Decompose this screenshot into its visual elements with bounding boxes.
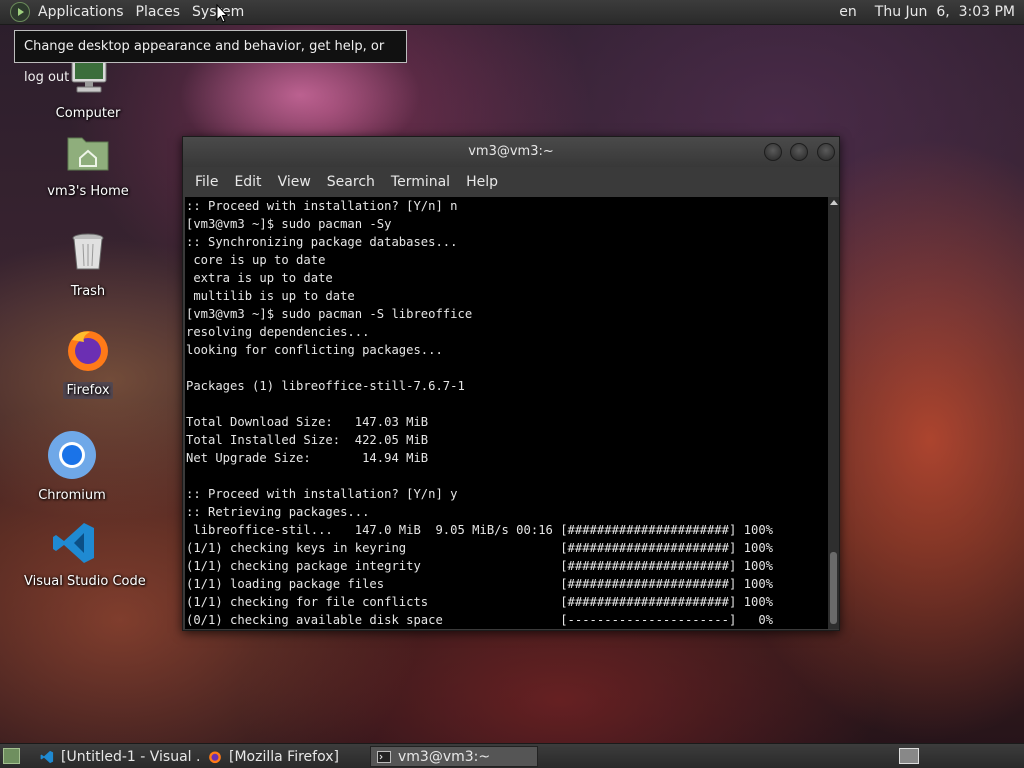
terminal-line: extra is up to date <box>186 271 333 285</box>
terminal-line: :: Retrieving packages... <box>186 505 370 519</box>
menu-file[interactable]: File <box>187 167 226 197</box>
terminal-line: multilib is up to date <box>186 289 355 303</box>
taskbar-item-label: [Untitled-1 - Visual ... <box>61 748 200 765</box>
terminal-line: :: Proceed with installation? [Y/n] y <box>186 487 458 501</box>
desktop-icon-label: Chromium <box>38 488 106 503</box>
terminal-line: :: Synchronizing package databases... <box>186 235 458 249</box>
keyboard-layout-indicator[interactable]: en <box>830 0 866 25</box>
system-menu-tooltip: Change desktop appearance and behavior, … <box>14 30 407 85</box>
home-folder-icon <box>67 137 109 171</box>
desktop-icon-trash[interactable]: Trash <box>38 228 138 299</box>
maximize-button[interactable] <box>790 143 808 161</box>
desktop-icon-label: Firefox <box>63 382 113 399</box>
terminal-line: [vm3@vm3 ~]$ sudo pacman -S libreoffice <box>186 307 473 321</box>
menu-search[interactable]: Search <box>319 167 383 197</box>
terminal-line: [vm3@vm3 ~]$ sudo pacman -Sy <box>186 217 392 231</box>
menu-view[interactable]: View <box>270 167 319 197</box>
terminal-line: libreoffice-stil... 147.0 MiB 9.05 MiB/s… <box>186 523 773 537</box>
desktop-icon-label: Trash <box>70 284 106 299</box>
terminal-line: resolving dependencies... <box>186 325 370 339</box>
terminal-line: Packages (1) libreoffice-still-7.6.7-1 <box>186 379 465 393</box>
window-title: vm3@vm3:~ <box>468 144 554 159</box>
scrollbar-thumb[interactable] <box>830 552 837 624</box>
terminal-line: Net Upgrade Size: 14.94 MiB <box>186 451 429 465</box>
minimize-button[interactable] <box>764 143 782 161</box>
terminal-icon <box>377 750 391 763</box>
terminal-line: (1/1) checking for file conflicts [#####… <box>186 595 773 609</box>
terminal-line: looking for conflicting packages... <box>186 343 443 357</box>
terminal-line: (1/1) checking keys in keyring [########… <box>186 541 773 555</box>
chromium-icon <box>48 431 96 479</box>
terminal-menubar: File Edit View Search Terminal Help <box>183 167 839 197</box>
terminal-line: core is up to date <box>186 253 326 267</box>
vscode-icon <box>53 523 94 563</box>
terminal-titlebar[interactable]: vm3@vm3:~ <box>183 137 839 167</box>
terminal-line: (0/1) checking available disk space [---… <box>186 613 773 627</box>
top-panel: Applications Places System en Thu Jun 6,… <box>0 0 1024 25</box>
taskbar-item-label: vm3@vm3:~ <box>398 748 491 765</box>
desktop-icon-firefox[interactable]: Firefox <box>38 326 138 399</box>
menu-edit[interactable]: Edit <box>226 167 269 197</box>
firefox-icon <box>68 331 108 371</box>
scroll-up-arrow-icon[interactable] <box>830 200 838 205</box>
terminal-scrollbar[interactable] <box>828 197 839 629</box>
menu-help[interactable]: Help <box>458 167 506 197</box>
mate-logo-icon[interactable] <box>10 2 30 22</box>
desktop-icon-label: vm3's Home <box>47 184 129 199</box>
clock[interactable]: Thu Jun 6, 3:03 PM <box>866 0 1024 25</box>
desktop-icon-chromium[interactable]: Chromium <box>22 430 122 503</box>
terminal-output[interactable]: :: Proceed with installation? [Y/n] n [v… <box>185 197 828 629</box>
close-button[interactable] <box>817 143 835 161</box>
firefox-icon <box>209 750 221 763</box>
terminal-line: Total Installed Size: 422.05 MiB <box>186 433 429 447</box>
desktop-icon-label: Computer <box>55 106 121 121</box>
taskbar-item-firefox[interactable]: [Mozilla Firefox] <box>202 746 368 767</box>
desktop-icon-home[interactable]: vm3's Home <box>38 128 138 199</box>
terminal-line: Total Download Size: 147.03 MiB <box>186 415 429 429</box>
workspace-switcher[interactable] <box>899 748 919 764</box>
terminal-line: (1/1) loading package files [###########… <box>186 577 773 591</box>
trash-icon <box>72 233 104 270</box>
taskbar-item-terminal[interactable]: vm3@vm3:~ <box>370 746 538 767</box>
mouse-pointer-icon <box>216 4 228 23</box>
terminal-line: :: Proceed with installation? [Y/n] n <box>186 199 458 213</box>
taskbar-item-label: [Mozilla Firefox] <box>229 748 339 765</box>
vscode-icon <box>40 750 54 763</box>
desktop-icon-vscode[interactable]: Visual Studio Code <box>24 520 146 589</box>
terminal-line: (1/1) checking package integrity [######… <box>186 559 773 573</box>
show-desktop-button[interactable] <box>3 748 20 764</box>
top-panel-tray: en Thu Jun 6, 3:03 PM <box>830 0 1024 25</box>
menu-terminal[interactable]: Terminal <box>383 167 458 197</box>
bottom-panel: [Untitled-1 - Visual ... [Mozilla Firefo… <box>0 743 1024 768</box>
taskbar-item-vscode[interactable]: [Untitled-1 - Visual ... <box>34 746 200 767</box>
desktop-icon-label: Visual Studio Code <box>24 574 146 589</box>
terminal-window[interactable]: vm3@vm3:~ File Edit View Search Terminal… <box>182 136 840 631</box>
applications-menu[interactable]: Applications <box>32 0 130 25</box>
places-menu[interactable]: Places <box>130 0 187 25</box>
